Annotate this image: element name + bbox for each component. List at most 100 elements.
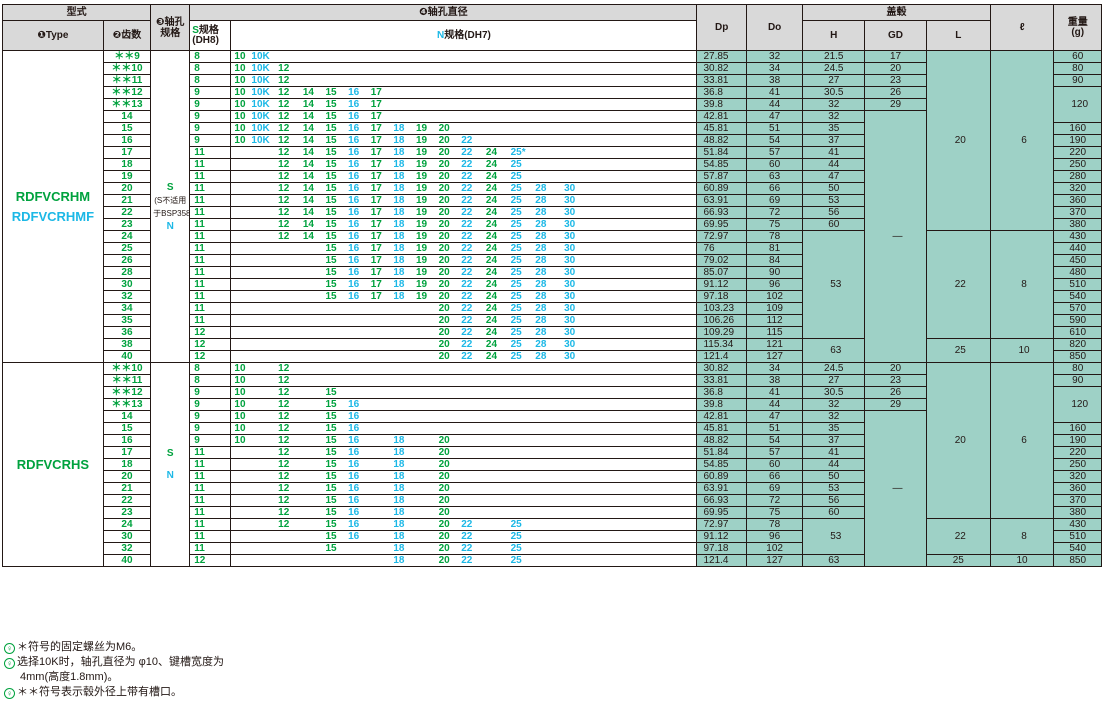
n-diameter-cell: 16 (345, 518, 368, 531)
n-diameter-cell (412, 446, 436, 459)
teeth-cell: 22 (102, 494, 152, 507)
teeth-cell: 18 (102, 458, 152, 471)
weight-cell: 610 (1053, 326, 1102, 339)
dp-cell: 97.18 (696, 290, 747, 303)
h-cell: 50 (802, 182, 866, 195)
n-diameter-cell (561, 170, 594, 183)
n-diameter-cell: 19 (412, 194, 436, 207)
n-diameter-cell: 20 (435, 338, 459, 351)
n-diameter-cell (507, 446, 533, 459)
n-diameter-cell (561, 554, 594, 567)
n-diameter-cell: 15 (322, 398, 346, 411)
weight-cell: 480 (1053, 266, 1102, 279)
n-diameter-cell (593, 74, 698, 87)
n-diameter-cell: 10K (248, 110, 276, 123)
n-diameter-cell: 20 (435, 518, 459, 531)
n-diameter-cell (367, 302, 391, 315)
note-3: ♀ ＊＊符号表示毂外径上带有槽口。 (4, 685, 224, 700)
n-diameter-cell (390, 326, 413, 339)
n-diameter-cell: 24 (482, 266, 508, 279)
n-diameter-cell: 15 (322, 158, 346, 171)
n-diameter-cell (482, 458, 508, 471)
n-diameter-cell (299, 410, 323, 423)
n-diameter-cell (412, 50, 436, 63)
n-diameter-cell (532, 374, 562, 387)
circle-4-icon: ❹ (419, 7, 428, 18)
s-spec-cell: 9 (189, 386, 232, 399)
n-diameter-cell (345, 338, 368, 351)
n-diameter-cell: 30 (561, 266, 594, 279)
n-diameter-cell (482, 134, 508, 147)
h-cell: 24.5 (802, 362, 866, 375)
do-cell: 78 (745, 230, 804, 243)
n-diameter-cell (275, 290, 300, 303)
hub-header: 盖毂 (802, 4, 991, 21)
n-diameter-cell: 19 (412, 146, 436, 159)
n-diameter-cell (230, 146, 249, 159)
s-spec-cell: 8 (189, 74, 232, 87)
n-diameter-cell: 17 (367, 242, 391, 255)
n-diameter-cell: 30 (561, 182, 594, 195)
dp-cell: 109.29 (696, 326, 747, 339)
n-diameter-cell (390, 110, 413, 123)
n-diameter-cell (248, 482, 276, 495)
n-diameter-cell: 20 (435, 350, 459, 363)
n-diameter-cell (532, 170, 562, 183)
weight-cell: 450 (1053, 254, 1102, 267)
n-diameter-cell: 14 (299, 206, 323, 219)
n-diameter-cell: 12 (275, 518, 300, 531)
ell-cell: 10 (989, 554, 1055, 567)
n-diameter-cell: 24 (482, 350, 508, 363)
n-diameter-cell: 30 (561, 350, 594, 363)
h-cell: 53 (802, 518, 866, 555)
s-spec-cell: 11 (189, 158, 232, 171)
n-diameter-cell (367, 506, 391, 519)
n-diameter-cell (299, 422, 323, 435)
teeth-cell: 40 (102, 350, 152, 363)
n-diameter-cell (230, 554, 249, 567)
n-diameter-cell: 18 (390, 230, 413, 243)
n-diameter-cell: 17 (367, 110, 391, 123)
n-diameter-cell: 18 (390, 290, 413, 303)
n-diameter-cell (367, 74, 391, 87)
dp-cell: 79.02 (696, 254, 747, 267)
dp-cell: 48.82 (696, 434, 747, 447)
n-diameter-cell: 22 (458, 530, 483, 543)
n-diameter-cell (507, 386, 533, 399)
n-diameter-cell: 18 (390, 266, 413, 279)
h-cell: 44 (802, 158, 866, 171)
n-diameter-cell (435, 110, 459, 123)
n-diameter-cell: 25 (507, 218, 533, 231)
n-diameter-cell: 28 (532, 206, 562, 219)
n-diameter-cell: 20 (435, 314, 459, 327)
n-diameter-cell (367, 482, 391, 495)
n-diameter-cell: 15 (322, 482, 346, 495)
weight-cell: 540 (1053, 542, 1102, 555)
n-diameter-cell: 19 (412, 134, 436, 147)
teeth-cell: 23 (102, 218, 152, 231)
n-diameter-cell: 15 (322, 86, 346, 99)
n-diameter-cell (230, 518, 249, 531)
n-diameter-cell (248, 530, 276, 543)
n-diameter-cell: 25 (507, 314, 533, 327)
n-diameter-cell (435, 410, 459, 423)
n-diameter-cell (412, 482, 436, 495)
n-diameter-cell (561, 506, 594, 519)
n-diameter-cell (561, 122, 594, 135)
n-diameter-cell (458, 74, 483, 87)
dp-cell: 45.81 (696, 422, 747, 435)
l-cell: 25 (925, 554, 991, 567)
n-diameter-cell (299, 494, 323, 507)
n-diameter-cell: 10K (248, 62, 276, 75)
n-diameter-cell (248, 362, 276, 375)
n-diameter-cell (458, 110, 483, 123)
n-diameter-cell (532, 494, 562, 507)
n-diameter-cell: 15 (322, 110, 346, 123)
n-diameter-cell (561, 146, 594, 159)
n-diameter-cell: 15 (322, 530, 346, 543)
n-diameter-cell: 15 (322, 446, 346, 459)
n-diameter-cell (248, 182, 276, 195)
n-diameter-cell: 30 (561, 326, 594, 339)
n-diameter-cell (248, 350, 276, 363)
n-diameter-cell: 16 (345, 194, 368, 207)
